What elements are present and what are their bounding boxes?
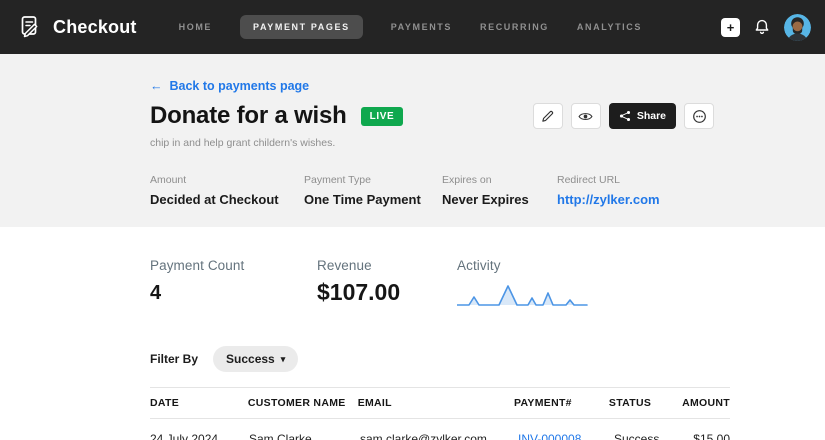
stat-label: Payment Count bbox=[150, 258, 317, 273]
status-badge: LIVE bbox=[361, 107, 404, 126]
stat-revenue: Revenue $107.00 bbox=[317, 258, 457, 310]
cell-email: sam.clarke@zylker.com bbox=[360, 432, 518, 440]
circle-ellipsis-icon bbox=[692, 109, 707, 124]
cell-payment-number-link[interactable]: INV-000008 bbox=[518, 432, 614, 440]
nav-item-analytics[interactable]: ANALYTICS bbox=[577, 15, 642, 39]
bell-icon bbox=[753, 18, 771, 36]
col-header-amount: AMOUNT bbox=[682, 397, 730, 409]
stat-label: Activity bbox=[457, 258, 730, 273]
cell-date: 24 July 2024 bbox=[150, 432, 249, 440]
eye-icon bbox=[578, 111, 593, 122]
chevron-down-icon: ▾ bbox=[281, 354, 286, 365]
nav-item-payment-pages[interactable]: PAYMENT PAGES bbox=[240, 15, 363, 39]
col-header-email: EMAIL bbox=[358, 397, 514, 409]
share-button-label: Share bbox=[637, 110, 666, 122]
revenue-value: $107.00 bbox=[317, 279, 457, 306]
cell-customer-name: Sam Clarke bbox=[249, 432, 360, 440]
payment-count-value: 4 bbox=[150, 282, 317, 305]
detail-redirect-url: Redirect URL http://zylker.com bbox=[557, 174, 730, 207]
brand[interactable]: Checkout bbox=[18, 14, 137, 40]
brand-name: Checkout bbox=[53, 17, 137, 38]
detail-value: Decided at Checkout bbox=[150, 192, 304, 207]
share-button[interactable]: Share bbox=[609, 103, 676, 129]
detail-amount: Amount Decided at Checkout bbox=[150, 174, 304, 207]
col-header-customer-name: CUSTOMER NAME bbox=[248, 397, 358, 409]
plus-icon: + bbox=[727, 21, 735, 34]
page-actions: Share bbox=[533, 103, 714, 129]
top-nav: Checkout HOME PAYMENT PAGES PAYMENTS REC… bbox=[0, 0, 825, 54]
add-new-button[interactable]: + bbox=[721, 18, 740, 37]
stat-label: Revenue bbox=[317, 258, 457, 273]
detail-label: Redirect URL bbox=[557, 174, 730, 186]
detail-payment-type: Payment Type One Time Payment bbox=[304, 174, 442, 207]
preview-button[interactable] bbox=[571, 103, 601, 129]
page-header-section: ← Back to payments page Donate for a wis… bbox=[0, 54, 825, 227]
detail-label: Amount bbox=[150, 174, 304, 186]
back-arrow-icon: ← bbox=[150, 79, 163, 93]
detail-label: Expires on bbox=[442, 174, 557, 186]
col-header-date: DATE bbox=[150, 397, 248, 409]
filter-selected-value: Success bbox=[226, 352, 275, 366]
more-options-button[interactable] bbox=[684, 103, 714, 129]
stats-row: Payment Count 4 Revenue $107.00 Activity bbox=[150, 258, 730, 310]
edit-button[interactable] bbox=[533, 103, 563, 129]
share-icon bbox=[619, 110, 631, 122]
payments-table: DATE CUSTOMER NAME EMAIL PAYMENT# STATUS… bbox=[150, 387, 730, 440]
page-title: Donate for a wish bbox=[150, 102, 347, 130]
table-row[interactable]: 24 July 2024 Sam Clarke sam.clarke@zylke… bbox=[150, 419, 730, 440]
filter-by-label: Filter By bbox=[150, 352, 198, 366]
nav-item-home[interactable]: HOME bbox=[179, 15, 212, 39]
cell-status: Success bbox=[614, 432, 688, 440]
redirect-url-link[interactable]: http://zylker.com bbox=[557, 192, 730, 207]
activity-sparkline bbox=[457, 278, 589, 310]
page-details: Amount Decided at Checkout Payment Type … bbox=[150, 174, 730, 207]
col-header-status: STATUS bbox=[609, 397, 682, 409]
pencil-icon bbox=[541, 110, 554, 123]
status-filter-dropdown[interactable]: Success ▾ bbox=[213, 346, 298, 372]
detail-value: One Time Payment bbox=[304, 192, 442, 207]
nav-menu: HOME PAYMENT PAGES PAYMENTS RECURRING AN… bbox=[179, 15, 642, 39]
filter-row: Filter By Success ▾ bbox=[150, 346, 730, 372]
cell-amount: $15.00 bbox=[688, 432, 730, 440]
nav-right: + bbox=[721, 14, 811, 41]
nav-item-recurring[interactable]: RECURRING bbox=[480, 15, 549, 39]
col-header-payment-number: PAYMENT# bbox=[514, 397, 609, 409]
table-header: DATE CUSTOMER NAME EMAIL PAYMENT# STATUS… bbox=[150, 387, 730, 419]
notifications-button[interactable] bbox=[753, 18, 771, 36]
page-subtitle: chip in and help grant childern's wishes… bbox=[150, 137, 730, 149]
stat-payment-count: Payment Count 4 bbox=[150, 258, 317, 310]
nav-item-payments[interactable]: PAYMENTS bbox=[391, 15, 452, 39]
back-link-label: Back to payments page bbox=[170, 79, 310, 93]
checkout-logo-icon bbox=[18, 14, 44, 40]
detail-label: Payment Type bbox=[304, 174, 442, 186]
main-section: Payment Count 4 Revenue $107.00 Activity… bbox=[0, 227, 825, 440]
back-to-payments-link[interactable]: ← Back to payments page bbox=[150, 79, 309, 93]
user-avatar[interactable] bbox=[784, 14, 811, 41]
stat-activity: Activity bbox=[457, 258, 730, 310]
detail-value: Never Expires bbox=[442, 192, 557, 207]
detail-expires-on: Expires on Never Expires bbox=[442, 174, 557, 207]
